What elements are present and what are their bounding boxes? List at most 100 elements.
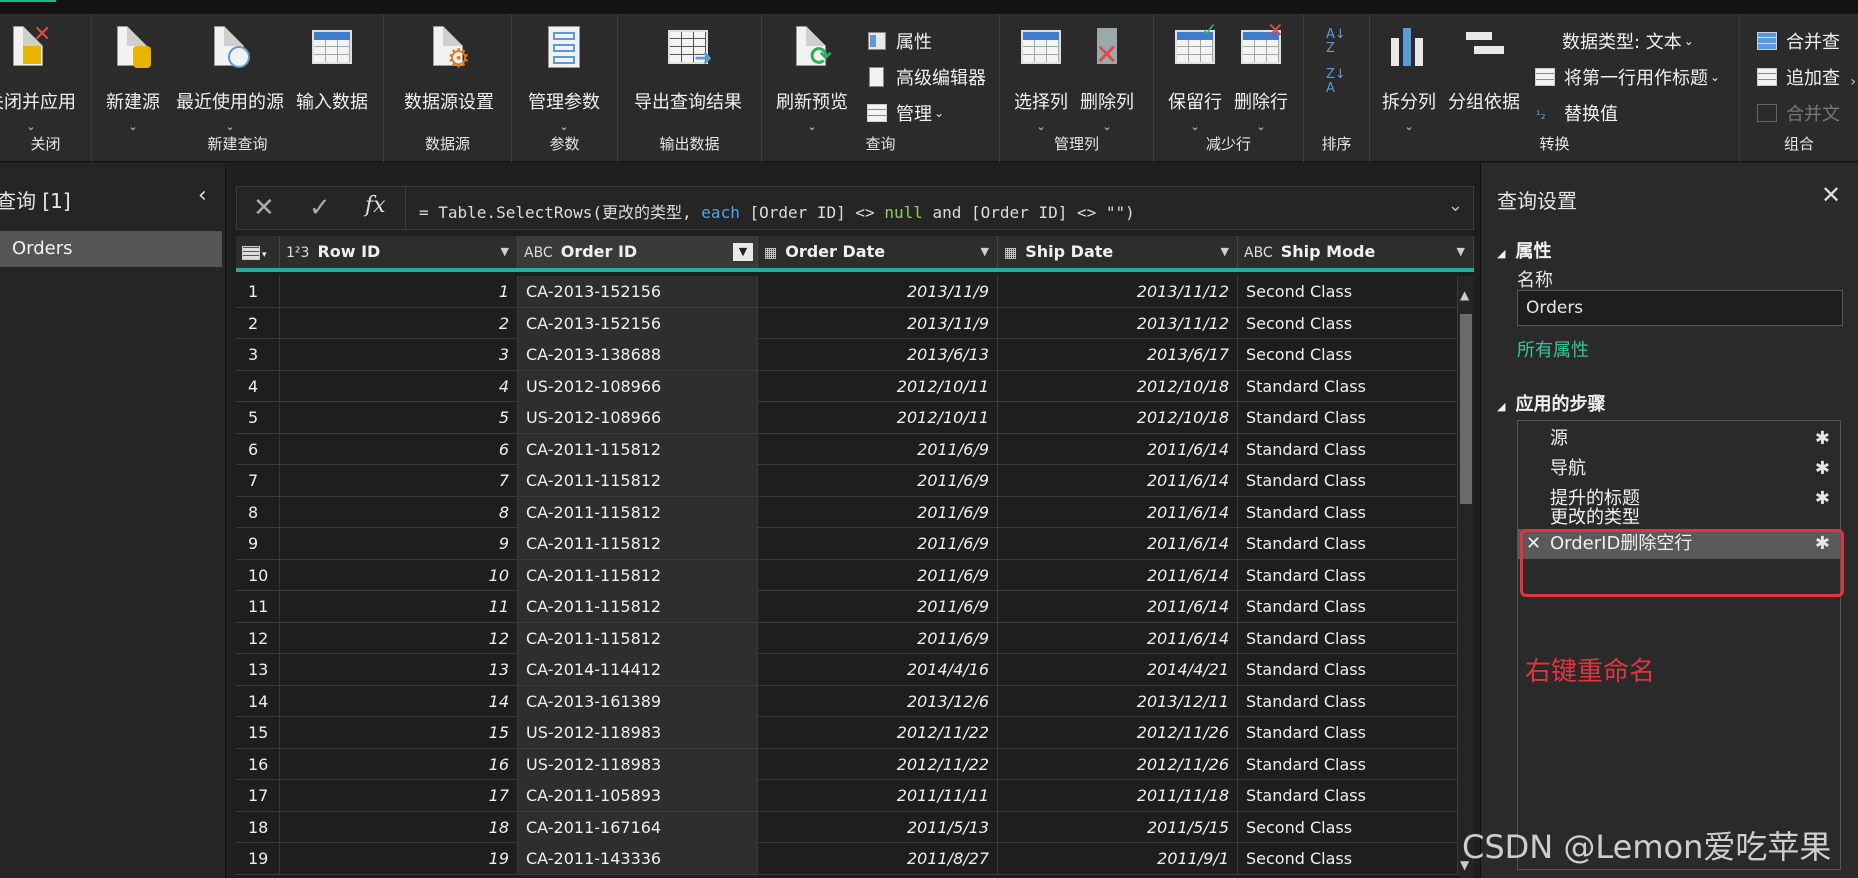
close-icon[interactable]: ✕ — [1821, 181, 1841, 209]
row-number[interactable]: 13 — [236, 654, 280, 685]
query-item-orders[interactable]: Orders — [0, 231, 222, 267]
cell-order-date[interactable]: 2011/6/9 — [758, 591, 998, 622]
cell-row-id[interactable]: 8 — [280, 496, 518, 528]
row-number[interactable]: 6 — [236, 433, 280, 465]
table-row[interactable]: 10 10 CA-2011-115812 2011/6/9 2011/6/14 Stand… — [236, 559, 1474, 591]
manage-button[interactable]: 管理 ⌄ — [866, 100, 944, 126]
row-number[interactable]: 14 — [236, 685, 280, 717]
vertical-scrollbar[interactable]: ▲ ▼ — [1458, 276, 1474, 878]
cell-ship-date[interactable]: 2013/12/11 — [998, 685, 1238, 717]
cell-row-id[interactable]: 1 — [280, 276, 518, 307]
column-header-row-id[interactable]: 1²3 Row ID ▼ — [280, 236, 518, 268]
cell-order-id[interactable]: US-2012-118983 — [518, 748, 758, 780]
cell-order-id[interactable]: CA-2011-115812 — [518, 591, 758, 622]
cancel-formula-icon[interactable]: ✕ — [253, 193, 275, 223]
cell-ship-mode[interactable]: Standard Class — [1238, 591, 1458, 622]
cell-row-id[interactable]: 2 — [280, 307, 518, 339]
table-row[interactable]: 18 18 CA-2011-167164 2011/5/13 2011/5/15 Seco… — [236, 811, 1474, 843]
table-row[interactable]: 17 17 CA-2011-105893 2011/11/11 2011/11/18 St… — [236, 780, 1474, 812]
cell-ship-date[interactable]: 2012/10/18 — [998, 370, 1238, 402]
cell-row-id[interactable]: 3 — [280, 339, 518, 370]
cell-order-id[interactable]: CA-2011-105893 — [518, 780, 758, 811]
cell-row-id[interactable]: 19 — [280, 843, 518, 874]
column-dropdown-icon[interactable]: ▼ — [501, 236, 509, 268]
data-type-dropdown[interactable]: 数据类型: 文本 ⌄ — [1562, 28, 1694, 54]
row-number[interactable]: 18 — [236, 811, 280, 843]
cell-ship-date[interactable]: 2011/5/15 — [998, 811, 1238, 843]
chevron-down-icon[interactable]: ⌄ — [559, 120, 568, 133]
cell-order-id[interactable]: CA-2013-161389 — [518, 685, 758, 717]
cell-order-id[interactable]: CA-2013-152156 — [518, 307, 758, 339]
new-source-button[interactable]: 新建源 ⌄ — [106, 24, 160, 133]
cell-ship-date[interactable]: 2012/11/26 — [998, 748, 1238, 780]
cell-ship-date[interactable]: 2012/11/26 — [998, 717, 1238, 748]
cell-order-id[interactable]: CA-2011-143336 — [518, 843, 758, 874]
cell-order-date[interactable]: 2011/6/9 — [758, 622, 998, 654]
cell-ship-mode[interactable]: Second Class — [1238, 339, 1458, 370]
cell-row-id[interactable]: 7 — [280, 465, 518, 496]
table-row[interactable]: 4 4 US-2012-108966 2012/10/11 2012/10/18 Stan… — [236, 370, 1474, 402]
cell-ship-mode[interactable]: Second Class — [1238, 843, 1458, 874]
cell-order-id[interactable]: CA-2014-114412 — [518, 654, 758, 685]
cell-row-id[interactable]: 10 — [280, 559, 518, 591]
row-number[interactable]: 15 — [236, 717, 280, 748]
number-type-icon[interactable]: 1²3 — [286, 245, 309, 261]
cell-order-date[interactable]: 2011/8/27 — [758, 843, 998, 874]
append-queries-button[interactable]: 追加查 — [1756, 64, 1840, 90]
row-number[interactable]: 5 — [236, 402, 280, 433]
remove-rows-button[interactable]: ✕ 删除行 ⌄ — [1234, 18, 1288, 133]
gear-icon[interactable]: ✱ — [1815, 424, 1830, 454]
cell-ship-mode[interactable]: Standard Class — [1238, 370, 1458, 402]
row-number[interactable]: 16 — [236, 748, 280, 780]
keep-rows-button[interactable]: ✓ 保留行 ⌄ — [1168, 18, 1222, 133]
column-header-order-date[interactable]: ▦ Order Date ▼ — [758, 236, 998, 268]
cell-order-date[interactable]: 2011/6/9 — [758, 465, 998, 496]
cell-ship-date[interactable]: 2011/6/14 — [998, 622, 1238, 654]
cell-order-date[interactable]: 2011/6/9 — [758, 496, 998, 528]
cell-order-id[interactable]: US-2012-108966 — [518, 402, 758, 433]
table-row[interactable]: 14 14 CA-2013-161389 2013/12/6 2013/12/11 Sta… — [236, 685, 1474, 717]
cell-order-date[interactable]: 2011/5/13 — [758, 811, 998, 843]
cell-ship-mode[interactable]: Standard Class — [1238, 685, 1458, 717]
cell-row-id[interactable]: 18 — [280, 811, 518, 843]
export-query-button[interactable]: ➜ 导出查询结果 — [634, 24, 742, 114]
query-name-field[interactable]: Orders — [1517, 290, 1843, 326]
cell-order-id[interactable]: CA-2011-115812 — [518, 465, 758, 496]
row-number[interactable]: 9 — [236, 528, 280, 559]
table-row[interactable]: 13 13 CA-2014-114412 2014/4/16 2014/4/21 Stan… — [236, 654, 1474, 686]
scroll-thumb[interactable] — [1460, 314, 1472, 504]
cell-order-id[interactable]: US-2012-108966 — [518, 370, 758, 402]
row-number[interactable]: 12 — [236, 622, 280, 654]
refresh-preview-button[interactable]: ⟳ 刷新预览 ⌄ — [776, 24, 848, 133]
column-header-ship-date[interactable]: ▦ Ship Date ▼ — [998, 236, 1238, 268]
cell-order-date[interactable]: 2011/6/9 — [758, 559, 998, 591]
table-row[interactable]: 15 15 US-2012-118983 2012/11/22 2012/11/26 St… — [236, 717, 1474, 749]
column-header-order-id[interactable]: ABC Order ID ▼ — [518, 236, 758, 268]
cell-ship-date[interactable]: 2011/9/1 — [998, 843, 1238, 874]
cell-row-id[interactable]: 14 — [280, 685, 518, 717]
chevron-down-icon[interactable]: ⌄ — [26, 120, 35, 133]
properties-section-header[interactable]: ◢ 属性 — [1497, 237, 1551, 263]
cell-row-id[interactable]: 17 — [280, 780, 518, 811]
cell-ship-date[interactable]: 2012/10/18 — [998, 402, 1238, 433]
confirm-formula-icon[interactable]: ✓ — [309, 193, 331, 223]
collapse-left-icon[interactable]: ‹ — [198, 183, 207, 208]
cell-order-id[interactable]: CA-2011-167164 — [518, 811, 758, 843]
cell-row-id[interactable]: 12 — [280, 622, 518, 654]
manage-params-button[interactable]: 管理参数 ⌄ — [528, 24, 600, 133]
row-number[interactable]: 8 — [236, 496, 280, 528]
row-number[interactable]: 4 — [236, 370, 280, 402]
cell-order-id[interactable]: CA-2011-115812 — [518, 433, 758, 465]
recent-sources-button[interactable]: 最近使用的源 ⌄ — [176, 24, 284, 133]
cell-row-id[interactable]: 4 — [280, 370, 518, 402]
cell-order-id[interactable]: US-2012-118983 — [518, 717, 758, 748]
column-dropdown-icon[interactable]: ▼ — [1221, 236, 1229, 268]
cell-order-id[interactable]: CA-2011-115812 — [518, 622, 758, 654]
cell-ship-mode[interactable]: Standard Class — [1238, 528, 1458, 559]
chevron-down-icon[interactable]: ⌄ — [807, 120, 816, 133]
cell-row-id[interactable]: 9 — [280, 528, 518, 559]
table-row[interactable]: 19 19 CA-2011-143336 2011/8/27 2011/9/1 Secon… — [236, 843, 1474, 875]
chevron-down-icon[interactable]: ⌄ — [128, 120, 137, 133]
cell-order-date[interactable]: 2013/11/9 — [758, 276, 998, 307]
cell-order-date[interactable]: 2011/11/11 — [758, 780, 998, 811]
